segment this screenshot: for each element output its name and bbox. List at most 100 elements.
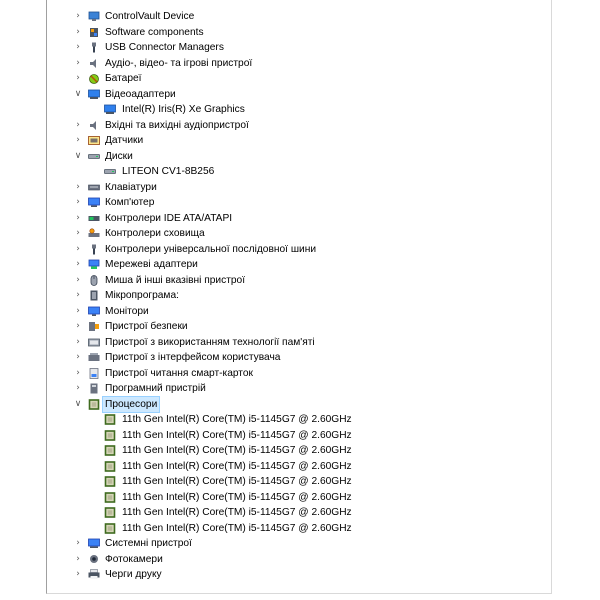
tree-category-item[interactable]: › Вхідні та вихідні аудіопристрої — [47, 118, 551, 134]
printer-icon — [88, 569, 100, 580]
chevron-right-icon[interactable]: › — [73, 40, 83, 56]
system-device-icon — [88, 538, 100, 549]
tree-item-label: Відеоадаптери — [105, 88, 176, 100]
tree-category-item[interactable]: › Монітори — [47, 304, 551, 320]
chevron-right-icon[interactable]: › — [73, 273, 83, 289]
tree-item-label: Комп'ютер — [105, 197, 155, 208]
chevron-down-icon[interactable]: ∨ — [73, 149, 83, 165]
tree-child-item[interactable]: 11th Gen Intel(R) Core(TM) i5-1145G7 @ 2… — [47, 428, 551, 444]
tree-item-label: 11th Gen Intel(R) Core(TM) i5-1145G7 @ 2… — [122, 476, 352, 487]
tree-item-label: Мережеві адаптери — [105, 259, 198, 270]
battery-icon — [88, 73, 100, 84]
tree-item-label: Процесори — [102, 395, 161, 413]
ide-controller-icon — [88, 213, 100, 224]
tree-category-item[interactable]: › Пристрої з використанням технології пам… — [47, 335, 551, 351]
chevron-down-icon[interactable]: ∨ — [73, 87, 83, 103]
processor-icon — [104, 491, 116, 503]
tree-child-item[interactable]: 11th Gen Intel(R) Core(TM) i5-1145G7 @ 2… — [47, 490, 551, 506]
tree-category-item[interactable]: › Датчики — [47, 133, 551, 149]
tree-item-label: Миша й інші вказівні пристрої — [105, 274, 246, 286]
chevron-right-icon[interactable]: › — [73, 56, 83, 72]
chevron-right-icon[interactable]: › — [73, 552, 83, 568]
tree-category-item[interactable]: ∨ Процесори — [47, 395, 551, 413]
tree-item-label: Фотокамери — [105, 553, 163, 565]
chevron-right-icon[interactable]: › — [73, 536, 83, 552]
chevron-down-icon[interactable]: ∨ — [73, 397, 83, 413]
chevron-right-icon[interactable]: › — [73, 242, 83, 258]
tree-category-item[interactable]: › ControlVault Device — [47, 9, 551, 25]
processor-icon — [104, 507, 116, 518]
tree-child-item[interactable]: 11th Gen Intel(R) Core(TM) i5-1145G7 @ 2… — [47, 474, 551, 490]
chevron-right-icon[interactable]: › — [73, 304, 83, 320]
chevron-right-icon[interactable]: › — [73, 335, 83, 351]
chevron-right-icon[interactable]: › — [73, 71, 83, 87]
tree-item-label: Монітори — [105, 305, 149, 317]
device-tree-panel: › ControlVault Device › Software components… — [46, 0, 552, 594]
tree-category-item[interactable]: › Пристрої безпеки — [47, 319, 551, 335]
tree-category-item[interactable]: › Черги друку — [47, 567, 551, 583]
tree-category-item[interactable]: › Батареї — [47, 71, 551, 87]
tree-item-label: 11th Gen Intel(R) Core(TM) i5-1145G7 @ 2… — [122, 429, 352, 441]
chevron-right-icon[interactable]: › — [73, 319, 83, 335]
processor-icon — [104, 460, 116, 472]
chevron-right-icon[interactable]: › — [73, 288, 83, 304]
chevron-right-icon[interactable]: › — [73, 25, 83, 41]
device-tree[interactable]: › ControlVault Device › Software components… — [47, 9, 551, 583]
tree-child-item[interactable]: 11th Gen Intel(R) Core(TM) i5-1145G7 @ 2… — [47, 505, 551, 521]
tree-category-item[interactable]: › Контролери IDE ATA/ATAPI — [47, 211, 551, 227]
tree-item-label: ControlVault Device — [105, 11, 195, 22]
tree-item-label: Контролери сховища — [105, 228, 205, 239]
chevron-right-icon[interactable]: › — [73, 133, 83, 149]
tree-item-label: 11th Gen Intel(R) Core(TM) i5-1145G7 @ 2… — [122, 414, 352, 425]
chevron-right-icon[interactable]: › — [73, 350, 83, 366]
tree-child-item[interactable]: Intel(R) Iris(R) Xe Graphics — [47, 102, 551, 118]
tree-item-label: Пристрої з використанням технології пам'… — [105, 336, 315, 348]
tree-child-item[interactable]: 11th Gen Intel(R) Core(TM) i5-1145G7 @ 2… — [47, 412, 551, 428]
tree-category-item[interactable]: › Мережеві адаптери — [47, 257, 551, 273]
chevron-right-icon[interactable]: › — [73, 118, 83, 134]
storage-controller-icon — [88, 228, 100, 239]
tree-child-item[interactable]: 11th Gen Intel(R) Core(TM) i5-1145G7 @ 2… — [47, 459, 551, 475]
tree-category-item[interactable]: › Контролери сховища — [47, 226, 551, 242]
tree-category-item[interactable]: › Контролери універсальної послідовної ши… — [47, 242, 551, 258]
speaker-icon — [88, 58, 100, 69]
tree-category-item[interactable]: ∨ Відеоадаптери — [47, 87, 551, 103]
tree-item-label: Програмний пристрій — [105, 383, 206, 394]
chevron-right-icon[interactable]: › — [73, 9, 83, 25]
chevron-right-icon[interactable]: › — [73, 366, 83, 382]
tree-category-item[interactable]: › Software components — [47, 25, 551, 41]
mouse-icon — [88, 274, 100, 286]
tree-category-item[interactable]: › Комп'ютер — [47, 195, 551, 211]
chevron-right-icon[interactable]: › — [73, 257, 83, 273]
tree-category-item[interactable]: › Програмний пристрій — [47, 381, 551, 397]
tree-item-label: Мікропрограма: — [105, 290, 179, 301]
tree-category-item[interactable]: › Мікропрограма: — [47, 288, 551, 304]
tree-child-item[interactable]: LITEON CV1-8B256 — [47, 164, 551, 180]
tree-category-item[interactable]: › Пристрої читання смарт-карток — [47, 366, 551, 382]
tree-category-item[interactable]: ∨ Диски — [47, 149, 551, 165]
tree-category-item[interactable]: › Пристрої з інтерфейсом користувача — [47, 350, 551, 366]
tree-item-label: Датчики — [105, 135, 144, 146]
tree-category-item[interactable]: › Миша й інші вказівні пристрої — [47, 273, 551, 289]
tree-category-item[interactable]: › Клавіатури — [47, 180, 551, 196]
chevron-right-icon[interactable]: › — [73, 211, 83, 227]
usb-icon — [88, 244, 100, 255]
chevron-right-icon[interactable]: › — [73, 381, 83, 397]
tree-child-item[interactable]: 11th Gen Intel(R) Core(TM) i5-1145G7 @ 2… — [47, 443, 551, 459]
processor-icon — [104, 445, 116, 456]
tree-child-item[interactable]: 11th Gen Intel(R) Core(TM) i5-1145G7 @ 2… — [47, 521, 551, 537]
tree-category-item[interactable]: › Системні пристрої — [47, 536, 551, 552]
chevron-right-icon[interactable]: › — [73, 226, 83, 242]
tree-item-label: 11th Gen Intel(R) Core(TM) i5-1145G7 @ 2… — [122, 491, 352, 503]
tree-item-label: Контролери IDE ATA/ATAPI — [105, 212, 233, 224]
tree-category-item[interactable]: › USB Connector Managers — [47, 40, 551, 56]
tree-category-item[interactable]: › Аудіо-, відео- та ігрові пристрої — [47, 56, 551, 72]
tree-item-label: Вхідні та вихідні аудіопристрої — [105, 119, 249, 131]
chevron-right-icon[interactable]: › — [73, 180, 83, 196]
tree-category-item[interactable]: › Фотокамери — [47, 552, 551, 568]
controlvault-icon — [88, 11, 100, 22]
tree-item-label: 11th Gen Intel(R) Core(TM) i5-1145G7 @ 2… — [122, 445, 352, 456]
chevron-right-icon[interactable]: › — [73, 195, 83, 211]
disk-icon — [88, 151, 100, 162]
chevron-right-icon[interactable]: › — [73, 567, 83, 583]
